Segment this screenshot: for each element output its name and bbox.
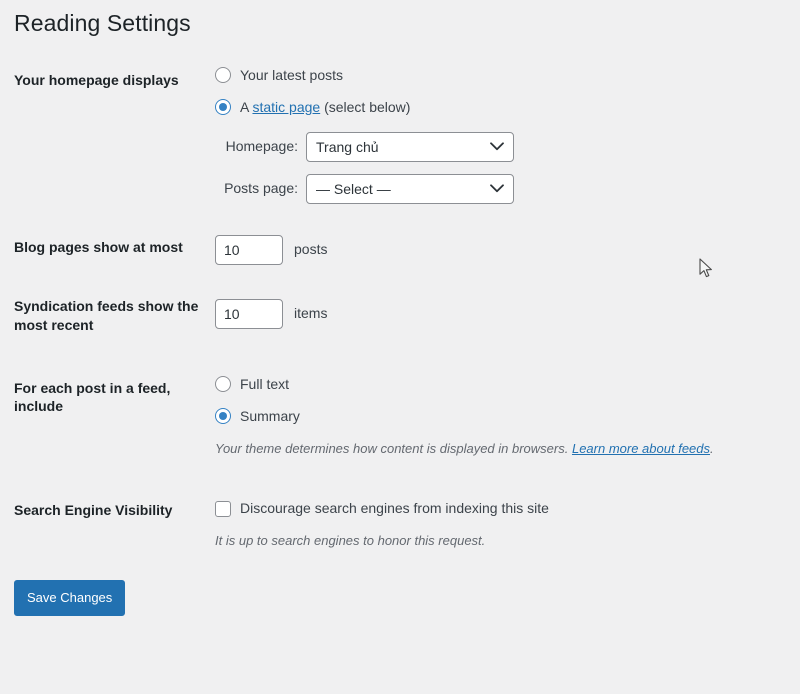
radio-static-page-label: A static page (select below) bbox=[240, 97, 410, 118]
cell-homepage-displays: Your latest posts A static page (select … bbox=[215, 56, 800, 210]
postspage-select-label: Posts page: bbox=[215, 178, 298, 199]
label-blog-pages-show: Blog pages show at most bbox=[0, 210, 215, 274]
radio-full-text-label: Full text bbox=[240, 374, 289, 395]
static-page-link[interactable]: static page bbox=[252, 99, 320, 115]
static-page-suffix: (select below) bbox=[320, 99, 410, 115]
cell-search-engine-visibility: Discourage search engines from indexing … bbox=[215, 477, 800, 568]
page-title: Reading Settings bbox=[0, 0, 800, 43]
label-syndication-feeds: Syndication feeds show the most recent bbox=[0, 274, 215, 352]
label-search-engine-visibility: Search Engine Visibility bbox=[0, 477, 215, 568]
cell-syndication-feeds: items bbox=[215, 274, 800, 352]
blog-pages-input[interactable] bbox=[215, 235, 283, 265]
checkbox-option-discourage[interactable]: Discourage search engines from indexing … bbox=[215, 498, 790, 519]
postspage-select-value: — Select — bbox=[307, 175, 513, 203]
feed-include-description: Your theme determines how content is dis… bbox=[215, 439, 790, 459]
discourage-checkbox-label: Discourage search engines from indexing … bbox=[240, 498, 549, 519]
row-feed-include: For each post in a feed, include Full te… bbox=[0, 352, 800, 478]
radio-latest-posts-label: Your latest posts bbox=[240, 65, 343, 86]
row-blog-pages-show: Blog pages show at most posts bbox=[0, 210, 800, 274]
radio-option-latest-posts[interactable]: Your latest posts bbox=[215, 65, 790, 86]
learn-more-about-feeds-link[interactable]: Learn more about feeds bbox=[572, 441, 710, 456]
discourage-checkbox-icon[interactable] bbox=[215, 501, 231, 517]
radio-summary-label: Summary bbox=[240, 406, 300, 427]
label-homepage-displays: Your homepage displays bbox=[0, 56, 215, 210]
static-page-prefix: A bbox=[240, 99, 252, 115]
radio-latest-posts-icon[interactable] bbox=[215, 67, 231, 83]
row-homepage-displays: Your homepage displays Your latest posts… bbox=[0, 56, 800, 210]
reading-settings-form: Your homepage displays Your latest posts… bbox=[0, 56, 800, 568]
radio-full-text-icon[interactable] bbox=[215, 376, 231, 392]
label-feed-include: For each post in a feed, include bbox=[0, 352, 215, 478]
blog-pages-suffix: posts bbox=[294, 239, 327, 260]
syndication-suffix: items bbox=[294, 303, 327, 324]
homepage-select-value: Trang chủ bbox=[307, 133, 513, 161]
submit-area: Save Changes bbox=[0, 568, 800, 616]
homepage-select-label: Homepage: bbox=[215, 136, 298, 157]
feed-description-text: Your theme determines how content is dis… bbox=[215, 441, 572, 456]
radio-option-static-page[interactable]: A static page (select below) bbox=[215, 97, 790, 118]
radio-static-page-icon[interactable] bbox=[215, 99, 231, 115]
search-engine-description: It is up to search engines to honor this… bbox=[215, 531, 790, 551]
save-changes-button[interactable]: Save Changes bbox=[14, 580, 125, 616]
row-search-engine-visibility: Search Engine Visibility Discourage sear… bbox=[0, 477, 800, 568]
syndication-input-row: items bbox=[215, 299, 790, 329]
static-page-selectors: Homepage: Trang chủ Posts page: — Select… bbox=[215, 132, 790, 204]
postspage-select-row: Posts page: — Select — bbox=[215, 174, 790, 204]
cell-feed-include: Full text Summary Your theme determines … bbox=[215, 352, 800, 478]
radio-option-summary[interactable]: Summary bbox=[215, 406, 790, 427]
postspage-select[interactable]: — Select — bbox=[306, 174, 514, 204]
radio-option-full-text[interactable]: Full text bbox=[215, 374, 790, 395]
homepage-select-row: Homepage: Trang chủ bbox=[215, 132, 790, 162]
cell-blog-pages-show: posts bbox=[215, 210, 800, 274]
row-syndication-feeds: Syndication feeds show the most recent i… bbox=[0, 274, 800, 352]
blog-pages-input-row: posts bbox=[215, 235, 790, 265]
homepage-select[interactable]: Trang chủ bbox=[306, 132, 514, 162]
syndication-input[interactable] bbox=[215, 299, 283, 329]
feed-description-end: . bbox=[710, 441, 714, 456]
radio-summary-icon[interactable] bbox=[215, 408, 231, 424]
